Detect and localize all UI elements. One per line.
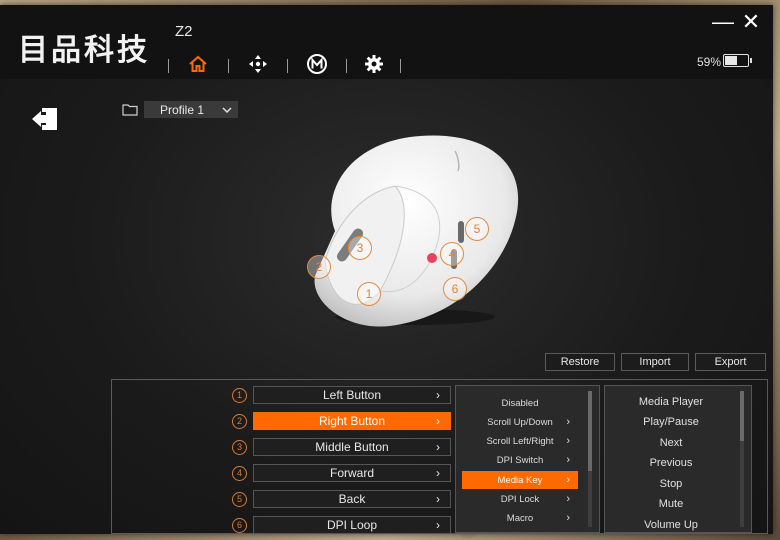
forward-button-assign[interactable]: Forward › [253, 464, 451, 482]
battery-percent: 59% [697, 55, 722, 69]
button-number: 2 [232, 413, 247, 429]
battery-fill [725, 56, 738, 65]
home-icon [189, 55, 207, 72]
chevron-right-icon: › [566, 493, 570, 505]
main-area: Profile 1 1 2 3 4 5 6 Restore Import Exp… [0, 79, 773, 534]
model-name: Z2 [175, 23, 193, 40]
chevron-right-icon: › [566, 474, 570, 486]
gear-icon [365, 55, 383, 73]
media-item-volume-up[interactable]: Volume Up [605, 519, 737, 531]
menu-item-dpi-lock[interactable]: DPI Lock › [462, 490, 578, 508]
button-row-6: 6 DPI Loop › [232, 516, 451, 534]
media-item-next[interactable]: Next [605, 437, 737, 449]
chevron-down-icon [222, 106, 232, 113]
restore-button[interactable]: Restore [545, 353, 615, 371]
callout-3[interactable]: 3 [348, 236, 372, 260]
exit-button[interactable] [30, 106, 60, 132]
callout-4[interactable]: 4 [440, 242, 464, 266]
middle-button-assign[interactable]: Middle Button › [253, 438, 451, 456]
right-button-assign[interactable]: Right Button › [253, 412, 451, 430]
mouse-illustration [314, 135, 519, 327]
callout-1[interactable]: 1 [357, 282, 381, 306]
left-button-assign[interactable]: Left Button › [253, 386, 451, 404]
callout-2[interactable]: 2 [307, 255, 331, 279]
button-row-4: 4 Forward › [232, 464, 451, 482]
chevron-right-icon: › [436, 440, 440, 454]
nav-separator [400, 59, 401, 73]
move-arrows-icon [249, 55, 267, 73]
chevron-right-icon: › [566, 435, 570, 447]
export-button[interactable]: Export [695, 353, 766, 371]
menu-item-dpi-switch[interactable]: DPI Switch › [462, 451, 578, 469]
nav-home-button[interactable] [185, 51, 211, 77]
battery-icon [723, 54, 752, 67]
menu-item-scroll-up-down[interactable]: Scroll Up/Down › [462, 413, 578, 431]
chevron-right-icon: › [436, 414, 440, 428]
import-button[interactable]: Import [621, 353, 689, 371]
brand-logo: 目品科技 [18, 33, 150, 68]
media-key-menu: Media Player Play/Pause Next Previous St… [604, 385, 752, 533]
title-bar: 目品科技 Z2 — ✕ 59% [0, 5, 773, 79]
exit-icon [32, 108, 57, 130]
menu-item-macro[interactable]: Macro › [462, 509, 578, 527]
folder-icon [122, 103, 138, 116]
dpi-loop-button-assign[interactable]: DPI Loop › [253, 516, 451, 534]
button-number: 6 [232, 517, 247, 533]
minimize-button[interactable]: — [712, 11, 734, 33]
chevron-right-icon: › [566, 416, 570, 428]
nav-separator [287, 59, 288, 73]
menu-item-disabled[interactable]: Disabled [462, 394, 578, 412]
nav-dpi-button[interactable] [245, 51, 271, 77]
nav-macro-button[interactable] [304, 51, 330, 77]
button-number: 1 [232, 387, 247, 403]
function-menu-scrollbar[interactable] [588, 391, 592, 527]
button-row-3: 3 Middle Button › [232, 438, 451, 456]
menu-item-media-key[interactable]: Media Key › [462, 471, 578, 489]
chevron-right-icon: › [566, 454, 570, 466]
macro-m-icon [307, 54, 327, 74]
button-row-1: 1 Left Button › [232, 386, 451, 404]
profile-name: Profile 1 [160, 102, 205, 117]
chevron-right-icon: › [436, 388, 440, 402]
app-window: 目品科技 Z2 — ✕ 59% Profile 1 1 2 3 4 5 6 Re… [0, 5, 773, 534]
media-item-mute[interactable]: Mute [605, 498, 737, 510]
chevron-right-icon: › [436, 518, 440, 532]
back-button-assign[interactable]: Back › [253, 490, 451, 508]
nav-separator [228, 59, 229, 73]
nav-settings-button[interactable] [361, 51, 387, 77]
profile-selector: Profile 1 [122, 101, 238, 118]
media-item-play-pause[interactable]: Play/Pause [605, 416, 737, 428]
chevron-right-icon: › [436, 466, 440, 480]
button-row-5: 5 Back › [232, 490, 451, 508]
button-number: 4 [232, 465, 247, 481]
chevron-right-icon: › [566, 512, 570, 524]
menu-item-scroll-left-right[interactable]: Scroll Left/Right › [462, 432, 578, 450]
nav-separator [346, 59, 347, 73]
button-row-2: 2 Right Button › [232, 412, 451, 430]
media-item-media-player[interactable]: Media Player [605, 396, 737, 408]
function-menu: Disabled Scroll Up/Down › Scroll Left/Rig… [455, 385, 600, 533]
callout-5[interactable]: 5 [465, 217, 489, 241]
chevron-right-icon: › [436, 492, 440, 506]
button-number: 3 [232, 439, 247, 455]
nav-separator [168, 59, 169, 73]
media-menu-scrollbar[interactable] [740, 391, 744, 527]
button-number: 5 [232, 491, 247, 507]
media-item-stop[interactable]: Stop [605, 478, 737, 490]
media-item-previous[interactable]: Previous [605, 457, 737, 469]
callout-6[interactable]: 6 [443, 277, 467, 301]
profile-dropdown[interactable]: Profile 1 [144, 101, 238, 118]
close-button[interactable]: ✕ [740, 11, 762, 33]
